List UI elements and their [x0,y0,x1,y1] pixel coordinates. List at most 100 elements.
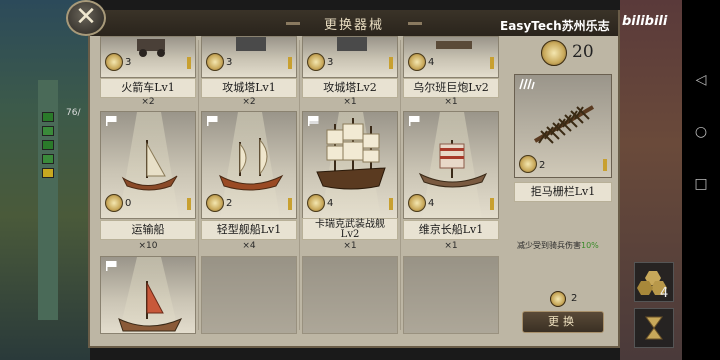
close-icon: ✕ [75,2,97,32]
map-flag-badge [42,168,54,178]
gear-icon [307,53,325,71]
gear-icon [206,53,224,71]
gear-icon [408,53,426,71]
gear-icon [541,40,567,66]
gear-icon [408,194,426,212]
close-button[interactable]: ✕ [66,0,106,36]
gear-total: 20 [572,42,594,62]
tier-tag [490,57,494,69]
cannon-icon [436,41,472,49]
empty-slot [201,256,297,334]
galley-ship-icon [118,281,183,332]
gear-cost: 3 [226,57,233,68]
selected-equipment-card: 2 [514,74,612,178]
equipment-count: ×1 [444,241,458,251]
gear-cost: 4 [428,57,435,68]
equipment-card[interactable]: 4 [403,111,499,219]
equipment-count: ×1 [343,97,357,107]
gear-icon [519,155,537,173]
rocket-cart-icon [137,39,165,57]
swap-cost: 2 [571,293,578,304]
equipment-count: ×4 [242,241,256,251]
stake-icon [519,78,535,90]
equipment-name: 运输船 [100,220,196,240]
gear-cost: 4 [428,198,435,209]
divider [299,40,300,330]
equipment-card[interactable]: 3 [201,36,297,78]
swap-button[interactable]: 更换 [522,311,604,333]
equipment-name: 乌尔班巨炮Lv2 [403,78,499,98]
equipment-name: 轻型舰船Lv1 [201,220,297,240]
equipment-name: 卡瑞克武装战舰Lv2 [302,218,398,240]
gear-cost: 4 [327,198,334,209]
equipment-name: 攻城塔Lv2 [302,78,398,98]
home-icon[interactable]: ○ [693,124,709,140]
equipment-card[interactable] [100,256,196,334]
equipment-count: ×1 [343,241,357,251]
equipment-card[interactable]: 3 [100,36,196,78]
gear-icon [105,53,123,71]
recent-apps-icon[interactable]: □ [693,176,709,192]
title-ornament [408,22,422,25]
map-flag-badge [42,140,54,150]
tier-tag [490,198,494,210]
equipment-card[interactable]: 4 [403,36,499,78]
flag-icon [207,116,218,126]
tier-tag [389,57,393,69]
empty-slot [302,256,398,334]
equipment-card[interactable]: 2 [201,111,297,219]
hourglass-icon [645,316,663,340]
viking-longship-icon [418,140,488,188]
tier-tag [603,159,607,171]
watermark-text: EasyTech苏州乐志 [500,19,610,33]
world-map-right [620,0,682,360]
gear-icon [307,194,325,212]
end-turn-button[interactable] [634,308,674,348]
gear-icon [105,194,123,212]
equipment-name: 火箭车Lv1 [100,78,196,98]
equipment-card[interactable]: 0 [100,111,196,219]
bilibili-logo: bilibili [622,14,668,29]
equipment-count: ×10 [138,241,158,251]
map-flag-badge [42,126,54,136]
map-flag-badge [42,112,54,122]
flag-icon [106,261,117,271]
light-warship-icon [219,138,284,191]
map-flag-badge [42,154,54,164]
siege-tower-icon [337,37,367,51]
equipment-name: 攻城塔Lv1 [201,78,297,98]
map-side-text: 76/ [66,108,81,118]
carrack-warship-icon [316,118,386,190]
tier-tag [187,198,191,210]
army-stack-count: 4 [660,286,669,301]
equipment-count: ×2 [242,97,256,107]
effect-text: 减少受到骑兵伤害 [517,241,581,250]
equipment-name: 维京长船Lv1 [403,220,499,240]
divider [198,40,199,330]
gear-cost: 2 [539,160,546,171]
tier-tag [288,198,292,210]
gear-icon [206,194,224,212]
equipment-card[interactable]: 3 [302,36,398,78]
gear-cost: 0 [125,198,132,209]
transport-ship-icon [121,140,178,191]
tier-tag [389,198,393,210]
equipment-count: ×1 [444,97,458,107]
equipment-card[interactable]: 4 [302,111,398,219]
divider [400,40,401,330]
world-map-left: 76/ [0,0,90,360]
tier-tag [288,57,292,69]
back-icon[interactable]: ◁ [693,72,709,88]
tier-tag [187,57,191,69]
effect-value: 10% [581,241,599,250]
selected-equipment-name: 拒马栅栏Lv1 [514,182,612,202]
selected-equipment-effect: 减少受到骑兵伤害10% [517,240,599,251]
gear-cost: 3 [125,57,132,68]
cheval-de-frise-icon [533,105,595,144]
flag-icon [409,116,420,126]
siege-tower-icon [236,37,266,51]
equipment-count: ×2 [141,97,155,107]
gear-cost: 2 [226,198,233,209]
system-nav-bar: ◁ ○ □ [682,0,720,360]
gear-cost: 3 [327,57,334,68]
